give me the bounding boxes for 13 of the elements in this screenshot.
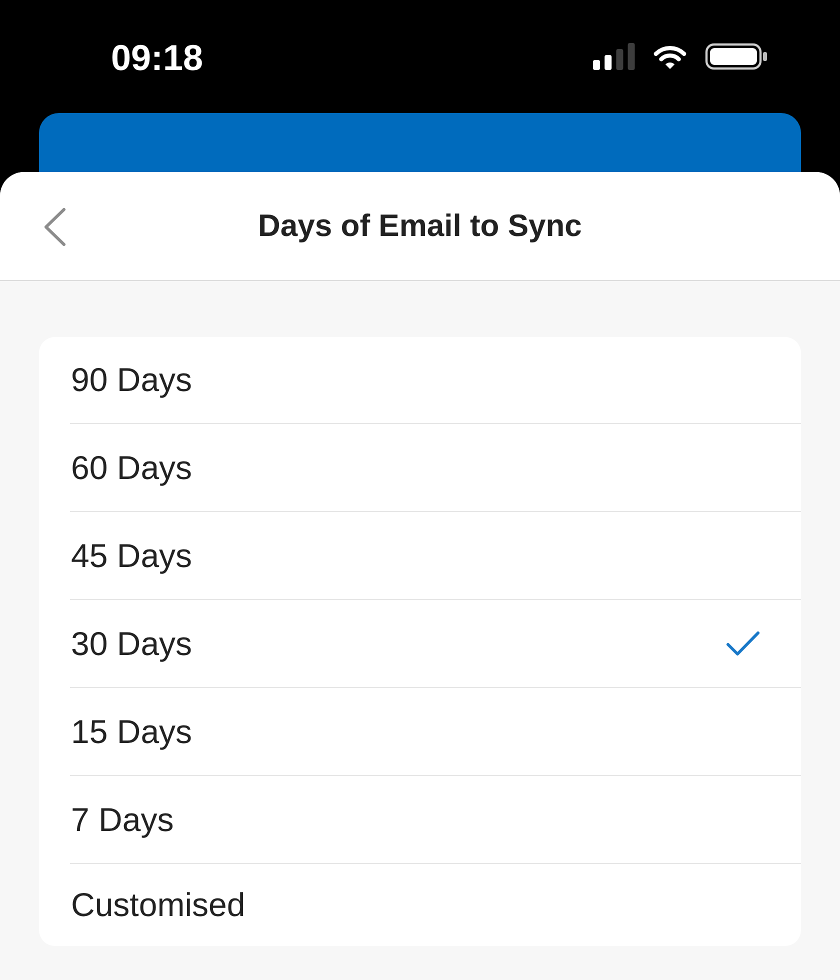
option-item[interactable]: 30 Days [70, 599, 801, 687]
option-item[interactable]: 7 Days [70, 775, 801, 863]
wifi-icon [652, 44, 688, 70]
option-item[interactable]: Customised [70, 863, 801, 946]
option-item[interactable]: 90 Days [70, 337, 801, 423]
battery-icon [705, 43, 767, 70]
option-item[interactable]: 45 Days [70, 511, 801, 599]
status-time: 09:18 [111, 40, 204, 76]
option-item[interactable]: 15 Days [70, 687, 801, 775]
back-icon[interactable] [44, 208, 66, 246]
header-title: Days of Email to Sync [258, 207, 582, 245]
signal-icon [593, 43, 635, 70]
option-item[interactable]: 60 Days [70, 423, 801, 511]
